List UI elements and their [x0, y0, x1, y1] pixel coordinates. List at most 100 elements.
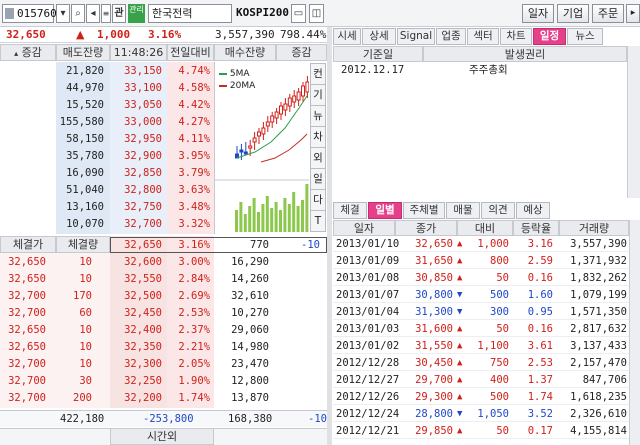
bid-price: 32,400: [124, 324, 162, 336]
side-tab[interactable]: 차: [310, 126, 326, 148]
side-tab[interactable]: 외: [310, 147, 326, 169]
ask-price: 32,700: [124, 218, 162, 230]
volume-bar: [243, 214, 247, 232]
orderbook-header: ▴ 증감 매도잔량 11:48:26 전일대비 매수잔량 증감: [0, 44, 327, 61]
side-tab[interactable]: 다: [310, 189, 326, 211]
mini-chart[interactable]: 5MA 20MA: [214, 62, 309, 234]
tab-4[interactable]: 섹터: [467, 28, 499, 45]
interest-button[interactable]: 관: [112, 4, 126, 23]
daily-rate: 0.16: [527, 323, 553, 335]
tick-qty-header: 체결량: [56, 236, 110, 253]
tab-5[interactable]: 차트: [500, 28, 532, 45]
tick-row: 32,700 200: [0, 390, 110, 406]
daily-row[interactable]: 2012/12/27 29,700 ▲ 400 1.37 847,706: [333, 373, 629, 388]
daily-row[interactable]: 2012/12/24 28,800 ▼ 1,050 3.52 2,326,610: [333, 407, 629, 422]
daily-volume: 3,137,433: [570, 340, 627, 352]
order-button[interactable]: 주문: [592, 4, 624, 23]
side-tab[interactable]: 뉴: [310, 105, 326, 127]
daily-row[interactable]: 2013/01/10 32,650 ▲ 1,000 3.16 3,557,390: [333, 237, 629, 252]
volume-ratio: 798.44%: [280, 28, 327, 41]
tab-2[interactable]: Signal: [397, 28, 435, 45]
volume-bar: [239, 202, 243, 232]
bid-qty: 32,610: [231, 290, 269, 302]
daily-diff: 1,050: [477, 408, 509, 420]
side-tab[interactable]: 컨: [310, 63, 326, 85]
side-tab[interactable]: 일: [310, 168, 326, 190]
candle-body: [248, 145, 253, 149]
daily-button[interactable]: 일자: [522, 4, 554, 23]
tab-3[interactable]: 업종: [436, 28, 466, 45]
daily-scrollbar[interactable]: [629, 220, 640, 445]
daily-rate: 0.95: [527, 306, 553, 318]
daily-row[interactable]: 2013/01/04 31,300 ▼ 300 0.95 1,571,350: [333, 305, 629, 320]
up-arrow-icon: ▲: [457, 358, 463, 368]
layout-button[interactable]: ◫: [309, 4, 324, 23]
subtab-1[interactable]: 일별: [368, 202, 402, 219]
subtab-5[interactable]: 예상: [516, 202, 550, 219]
quote-line: 32,650 ▲ 1,000 3.16% 3,557,390 798.44%: [0, 27, 327, 43]
subtab-2[interactable]: 주체별: [403, 202, 445, 219]
daily-row[interactable]: 2013/01/09 31,650 ▲ 800 2.59 1,371,932: [333, 254, 629, 269]
tab-1[interactable]: 상세: [362, 28, 396, 45]
tab-7[interactable]: 뉴스: [567, 28, 603, 45]
side-tab[interactable]: 기: [310, 84, 326, 106]
daily-diff: 300: [490, 306, 509, 318]
daily-row[interactable]: 2013/01/08 30,850 ▲ 50 0.16 1,832,262: [333, 271, 629, 286]
daily-volume: 2,326,610: [570, 408, 627, 420]
candle-body: [296, 91, 301, 101]
tick-row: 32,650 10: [0, 322, 110, 338]
daily-rate: 0.16: [527, 272, 553, 284]
schedule-scrollbar[interactable]: [627, 46, 640, 198]
list-icon: ≡: [102, 9, 110, 18]
tick-qty: 10: [79, 256, 92, 268]
schedule-row[interactable]: 2012.12.17 주주총회: [333, 62, 627, 78]
up-arrow-icon: ▲: [457, 273, 463, 283]
subtab-3[interactable]: 매물: [446, 202, 480, 219]
monitor-button[interactable]: ▭: [291, 4, 306, 23]
stock-name-field[interactable]: 한국전력: [148, 4, 232, 23]
daily-row[interactable]: 2013/01/07 30,800 ▼ 500 1.60 1,079,199: [333, 288, 629, 303]
price-change: 1,000: [97, 28, 131, 41]
right-tab-bar: 시세 상세 Signal 업종 섹터 차트 일정 뉴스: [333, 28, 640, 46]
company-button[interactable]: 기업: [557, 4, 589, 23]
daily-date-header: 일자: [333, 220, 395, 236]
tick-price: 32,650: [8, 324, 46, 336]
code-dropdown-button[interactable]: ▾: [56, 4, 70, 23]
tab-0[interactable]: 시세: [333, 28, 361, 45]
panel-divider[interactable]: [327, 27, 332, 445]
daily-row[interactable]: 2012/12/26 29,300 ▲ 500 1.74 1,618,235: [333, 390, 629, 405]
prev-stock-button[interactable]: ◂: [86, 4, 100, 23]
after-hours-button[interactable]: 시간외: [110, 428, 214, 445]
tick-price: 32,700: [8, 375, 46, 387]
daily-rate-header: 등락율: [513, 220, 559, 236]
candle-body: [265, 121, 270, 127]
subtab-0[interactable]: 체결: [333, 202, 367, 219]
subtab-4[interactable]: 의견: [481, 202, 515, 219]
ask-qty: 51,040: [66, 184, 104, 196]
ask-price: 33,150: [124, 65, 162, 77]
search-button[interactable]: ⌕: [71, 4, 85, 23]
daily-row[interactable]: 2012/12/21 29,850 ▲ 50 0.17 4,155,814: [333, 424, 629, 439]
daily-row[interactable]: 2012/12/28 30,450 ▲ 750 2.53 2,157,470: [333, 356, 629, 371]
daily-volume: 1,618,235: [570, 391, 627, 403]
layout-icon: ◫: [311, 8, 322, 19]
bid-row[interactable]: 32,650 3.16% 770 -10: [110, 237, 327, 253]
volume-bar: [296, 206, 300, 232]
daily-diff: 500: [490, 289, 509, 301]
daily-row[interactable]: 2013/01/02 31,550 ▲ 1,100 3.61 3,137,433: [333, 339, 629, 354]
time-header: 11:48:26: [110, 44, 167, 61]
expand-button[interactable]: ▸: [626, 4, 640, 23]
tab-6[interactable]: 일정: [533, 28, 566, 45]
down-arrow-icon: ▼: [457, 409, 463, 419]
stock-list-button[interactable]: ≡: [101, 4, 111, 23]
ask-price: 32,950: [124, 133, 162, 145]
side-tab[interactable]: T: [310, 210, 326, 232]
daily-close: 31,650: [415, 255, 453, 267]
bid-price: 32,450: [124, 307, 162, 319]
stock-code-input[interactable]: 015760: [2, 4, 57, 23]
ask-qty: 35,780: [66, 150, 104, 162]
daily-row[interactable]: 2013/01/03 31,600 ▲ 50 0.16 2,817,632: [333, 322, 629, 337]
up-arrow-icon: ▴: [14, 49, 19, 58]
volume-bar: [270, 208, 274, 232]
volume-bar: [248, 206, 252, 232]
